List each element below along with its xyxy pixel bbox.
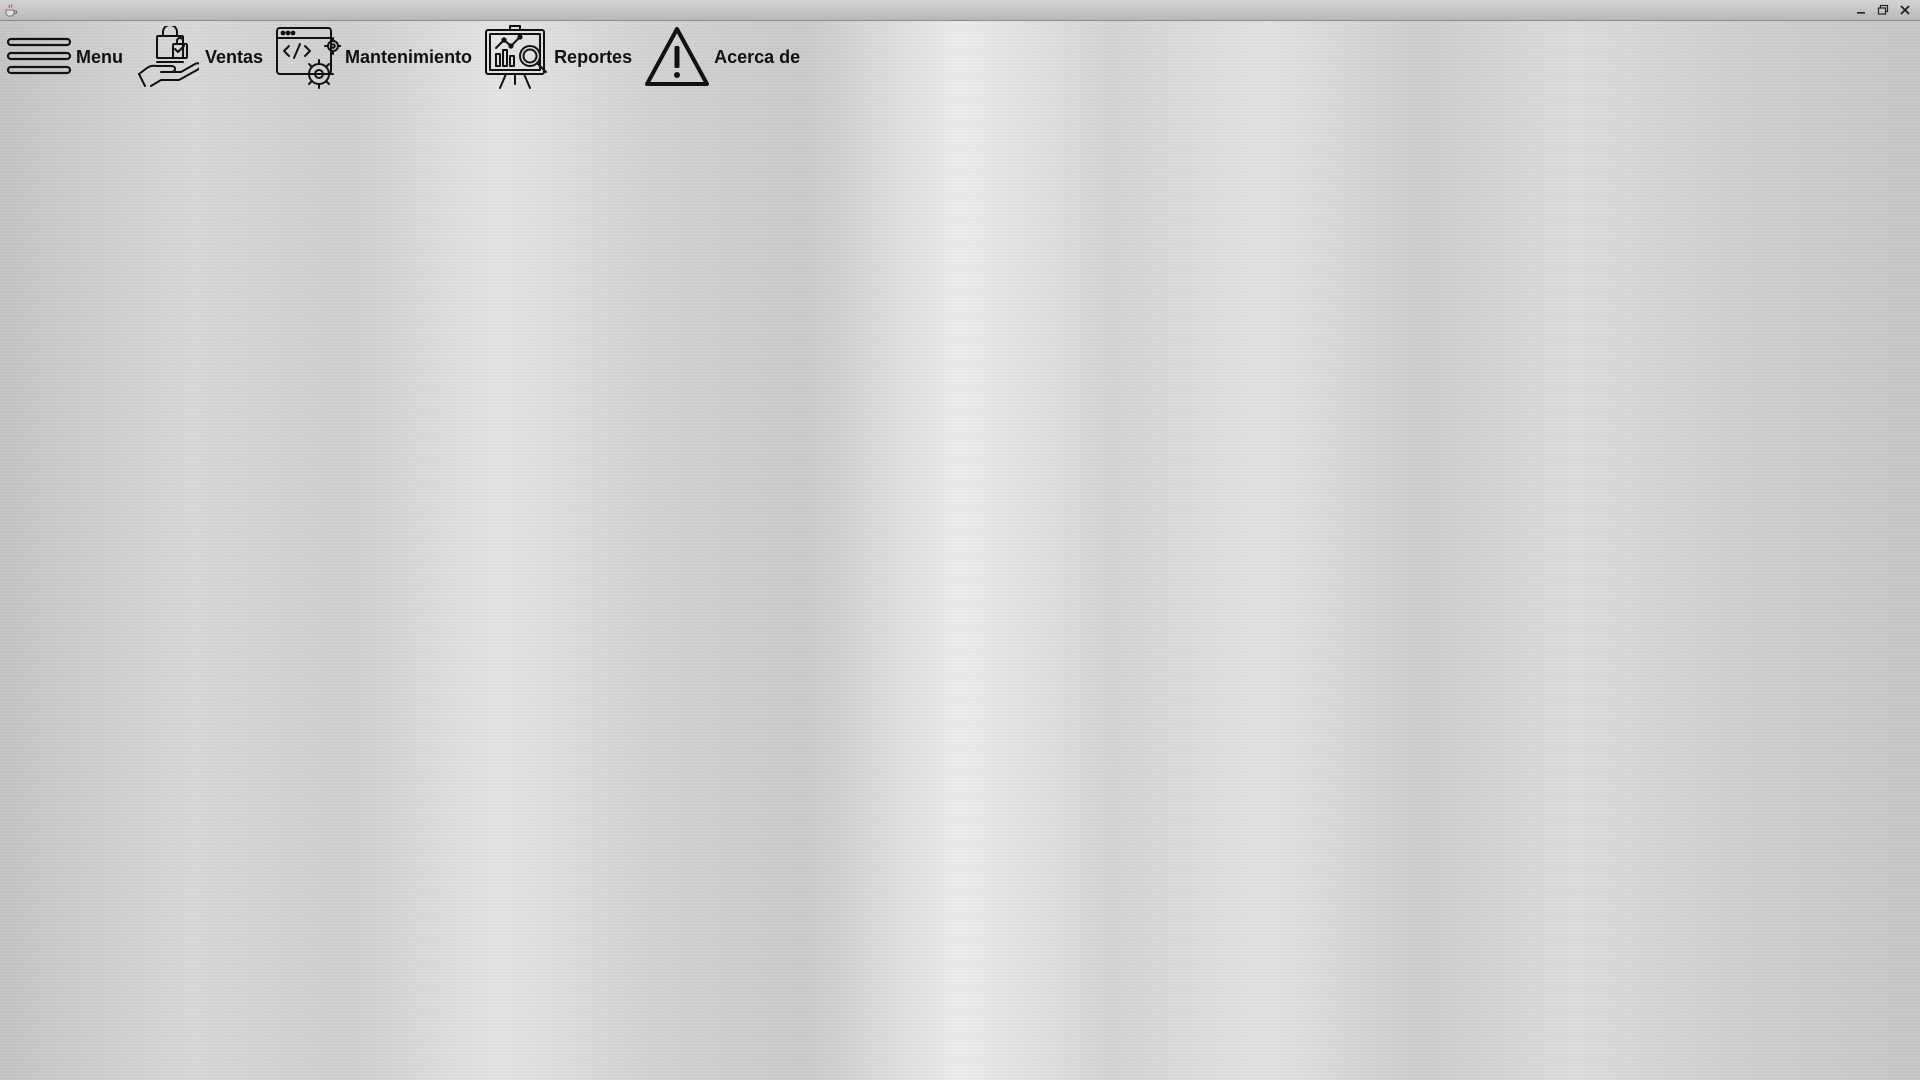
hamburger-icon [6, 24, 72, 90]
main-menu-bar: Menu Ventas Mantenimiento Reportes Acerc… [0, 22, 806, 92]
minimize-button[interactable] [1850, 0, 1872, 20]
chart-board-magnifier-icon [484, 24, 550, 90]
mantenimiento-button[interactable]: Mantenimiento [269, 22, 478, 92]
restore-icon [1877, 4, 1889, 15]
java-cup-icon [5, 4, 18, 17]
close-icon [1900, 5, 1910, 15]
ventas-button[interactable]: Ventas [129, 22, 269, 92]
code-window-gear-icon [275, 24, 342, 90]
warning-triangle-icon [644, 24, 710, 90]
menu-label: Menu [76, 46, 123, 67]
application-window: Menu Ventas Mantenimiento Reportes Acerc… [0, 0, 1920, 1080]
title-bar[interactable] [0, 0, 1920, 21]
reportes-button[interactable]: Reportes [478, 22, 638, 92]
maximize-button[interactable] [1872, 0, 1894, 20]
shopping-bag-hand-icon [135, 24, 201, 90]
acerca-de-label: Acerca de [714, 46, 801, 67]
reportes-label: Reportes [554, 46, 633, 67]
ventas-label: Ventas [205, 46, 264, 67]
minimize-icon [1857, 12, 1865, 14]
acerca-de-button[interactable]: Acerca de [638, 22, 806, 92]
close-button[interactable] [1894, 0, 1916, 20]
window-controls [1850, 0, 1916, 20]
mantenimiento-label: Mantenimiento [345, 46, 473, 67]
menu-button[interactable]: Menu [0, 22, 129, 92]
